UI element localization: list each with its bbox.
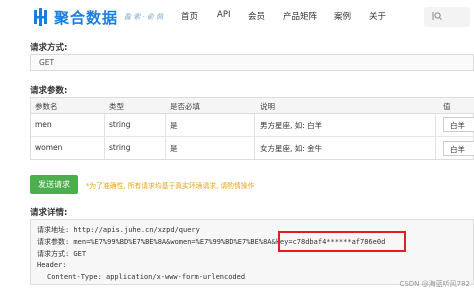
slogan: 盈 索 · 俞 佩	[124, 13, 164, 21]
param-name: women	[35, 143, 63, 152]
param-required: 是	[170, 144, 178, 153]
param-description: 女方星座, 如: 金牛	[260, 144, 323, 153]
col-type: 类型	[109, 102, 124, 111]
search-icon	[432, 12, 442, 20]
nav-cases[interactable]: 案例	[334, 10, 351, 22]
key-highlight-box	[278, 231, 406, 252]
col-description: 说明	[260, 102, 275, 111]
detail-content-type-line: Content-Type: application/x-www-form-url…	[47, 273, 246, 281]
request-method-value: GET	[39, 58, 55, 67]
col-param-name: 参数名	[35, 102, 58, 111]
table-row: men string 是 男方星座, 如: 白羊 白羊	[31, 113, 474, 137]
nav-api[interactable]: API	[217, 10, 230, 20]
param-description: 男方星座, 如: 白羊	[260, 121, 323, 130]
send-tip: *为了准确性, 所有请求均基于真实环境请求, 请酌情操作	[86, 182, 255, 190]
request-params-label: 请求参数:	[30, 86, 68, 96]
param-value: 白羊	[450, 145, 465, 154]
params-table: 参数名 类型 是否必填 说明 值 men string 是 男方星座, 如: 白…	[30, 97, 474, 160]
detail-url-line: 请求地址: http://apis.juhe.cn/xzpd/query	[37, 226, 200, 234]
watermark: CSDN @海蓝听风782	[399, 280, 470, 288]
param-value-input-women[interactable]: 白羊	[443, 141, 474, 156]
top-nav-bar: 聚合数据 盈 索 · 俞 佩 首页 API 会员 产品矩阵 案例 关于	[0, 0, 474, 36]
nav-about[interactable]: 关于	[369, 10, 386, 22]
nav-home[interactable]: 首页	[181, 10, 198, 22]
search-box[interactable]	[424, 7, 470, 27]
col-required: 是否必填	[170, 102, 200, 111]
request-method-label: 请求方式:	[30, 43, 68, 53]
nav-member[interactable]: 会员	[248, 10, 265, 22]
request-detail-box: 请求地址: http://apis.juhe.cn/xzpd/query 请求参…	[30, 219, 474, 285]
send-request-button[interactable]: 发送请求	[30, 175, 78, 194]
detail-method-line: 请求方式: GET	[37, 250, 87, 258]
param-value: 白羊	[450, 121, 465, 130]
juhe-logo-icon[interactable]	[34, 8, 50, 26]
param-required: 是	[170, 121, 178, 130]
detail-header-line: Header:	[37, 261, 67, 269]
param-type: string	[109, 120, 131, 129]
table-row: women string 是 女方星座, 如: 金牛 白羊	[31, 136, 474, 160]
request-detail-label: 请求详情:	[30, 208, 68, 218]
param-name: men	[35, 120, 52, 129]
col-value: 值	[443, 102, 451, 111]
param-value-input-men[interactable]: 白羊	[443, 117, 474, 132]
param-type: string	[109, 143, 131, 152]
nav-product-matrix[interactable]: 产品矩阵	[283, 10, 317, 22]
params-table-header: 参数名 类型 是否必填 说明 值	[31, 98, 474, 114]
request-method-field: GET	[30, 54, 474, 71]
logo-text[interactable]: 聚合数据	[54, 7, 118, 28]
